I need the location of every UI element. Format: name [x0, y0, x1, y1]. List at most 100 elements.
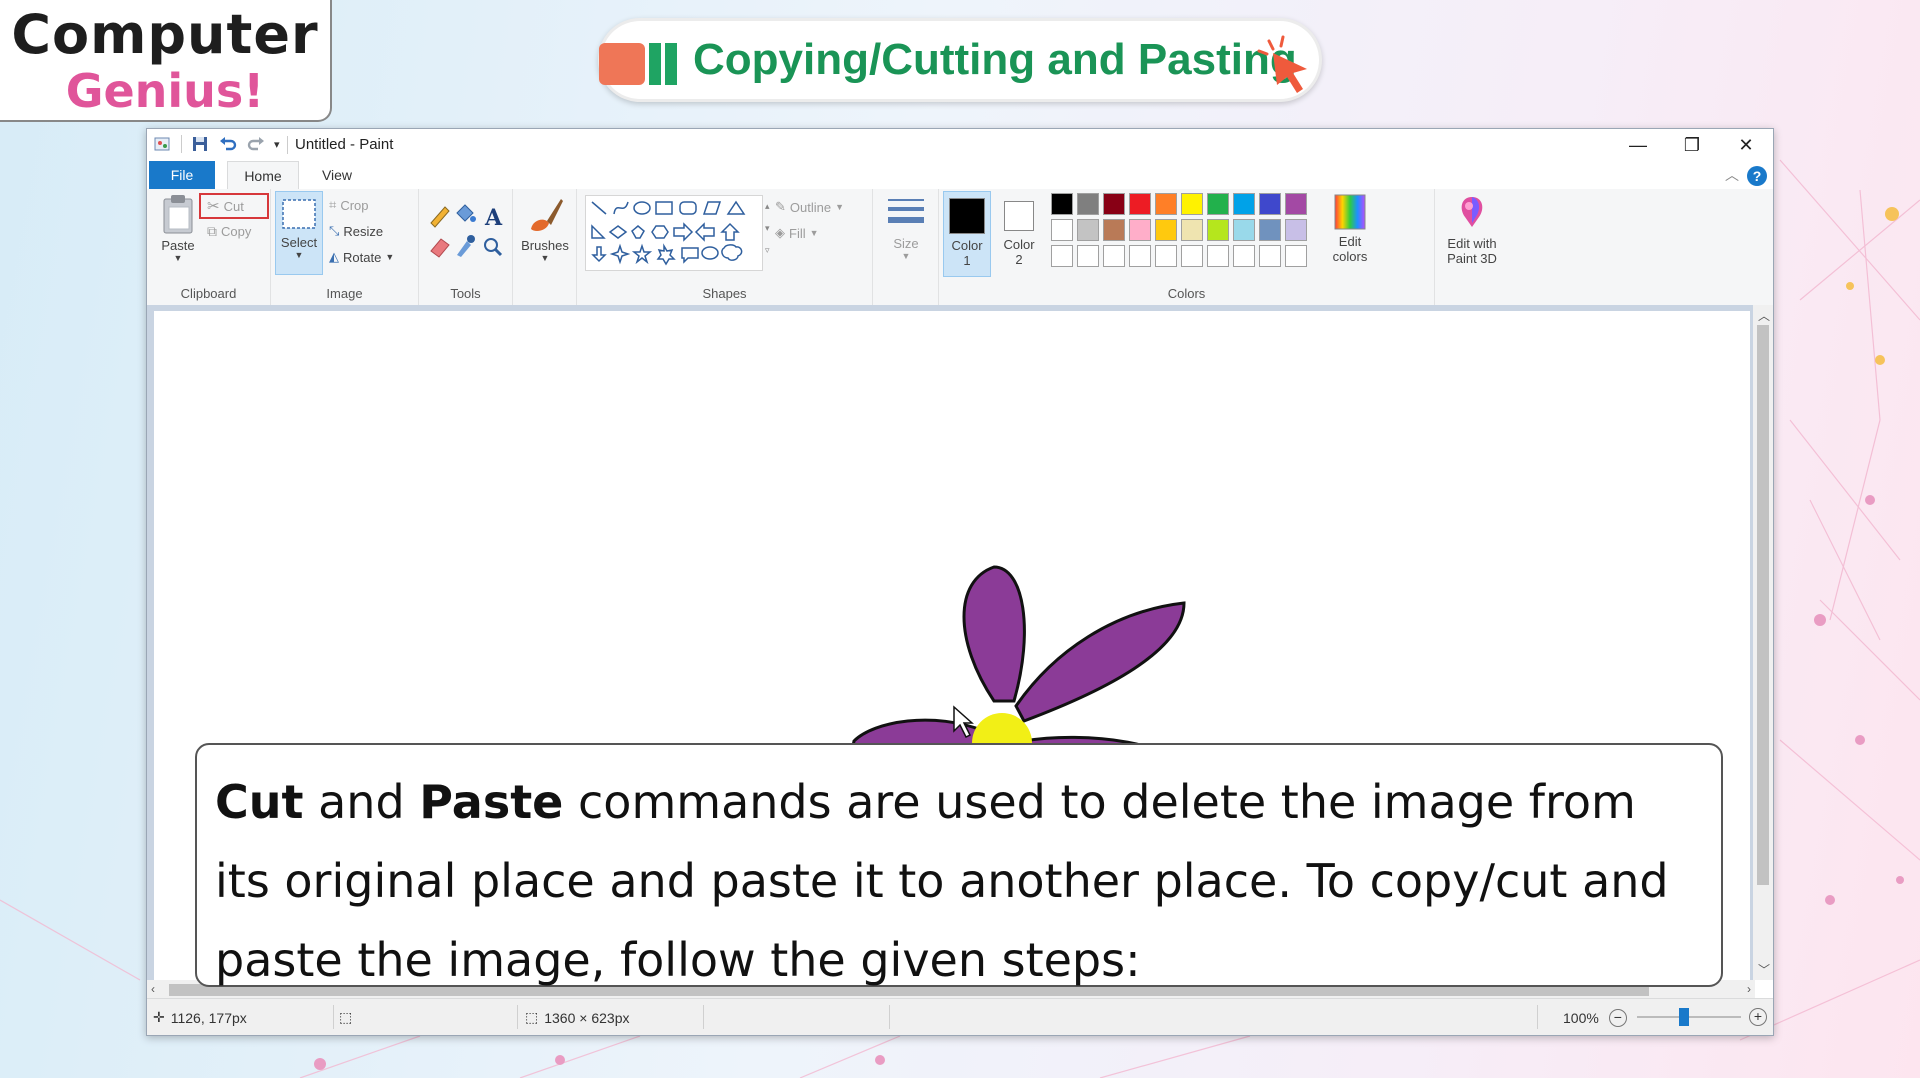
palette-custom-slot[interactable]	[1051, 245, 1073, 267]
palette-custom-slot[interactable]	[1077, 245, 1099, 267]
paste-button[interactable]: Paste ▼	[157, 193, 199, 263]
select-label: Select	[280, 235, 318, 250]
rotate-button[interactable]: ◭ Rotate ▼	[329, 249, 394, 265]
help-icon[interactable]: ?	[1747, 166, 1767, 186]
palette-custom-slot[interactable]	[1129, 245, 1151, 267]
copy-button[interactable]: ⧉ Copy	[207, 223, 251, 240]
palette-custom-slot[interactable]	[1259, 245, 1281, 267]
eraser-icon[interactable]	[430, 238, 450, 258]
scroll-up-icon[interactable]: ︿	[1758, 307, 1770, 324]
palette-color-swatch[interactable]	[1233, 193, 1255, 215]
crop-button[interactable]: ⌗ Crop	[329, 197, 369, 213]
vertical-scrollbar[interactable]: ︿ ﹀	[1753, 305, 1773, 980]
palette-color-swatch[interactable]	[1051, 193, 1073, 215]
palette-color-swatch[interactable]	[1259, 219, 1281, 241]
resize-label: Resize	[343, 223, 384, 239]
palette-custom-slot[interactable]	[1103, 245, 1125, 267]
color-1-button[interactable]: Color 1	[943, 191, 991, 277]
select-button[interactable]: Select ▼	[275, 191, 323, 275]
brushes-label: Brushes	[521, 238, 569, 253]
cut-button[interactable]: ✂ Cut	[207, 197, 244, 215]
title-separator	[287, 136, 288, 154]
vertical-scroll-thumb[interactable]	[1757, 325, 1769, 885]
edit-with-paint3d-button[interactable]: Edit with Paint 3D	[1439, 193, 1505, 266]
paste-icon	[163, 195, 193, 234]
palette-custom-slot[interactable]	[1155, 245, 1177, 267]
tab-file[interactable]: File	[149, 161, 215, 189]
redo-icon[interactable]	[246, 134, 266, 154]
palette-color-swatch[interactable]	[1207, 193, 1229, 215]
shapes-icons	[591, 200, 746, 266]
color-2-swatch	[1004, 201, 1034, 231]
palette-color-swatch[interactable]	[1207, 219, 1229, 241]
palette-color-swatch[interactable]	[1285, 193, 1307, 215]
zoom-slider-handle[interactable]	[1679, 1008, 1689, 1026]
status-separator	[333, 1005, 334, 1029]
palette-color-swatch[interactable]	[1155, 219, 1177, 241]
minimize-button[interactable]: —	[1611, 129, 1665, 161]
palette-color-swatch[interactable]	[1181, 193, 1203, 215]
palette-color-swatch[interactable]	[1103, 193, 1125, 215]
shapes-scroll-icons[interactable]: ▴ ▾ ▿	[765, 195, 770, 261]
palette-color-swatch[interactable]	[1051, 219, 1073, 241]
palette-color-swatch[interactable]	[1155, 193, 1177, 215]
palette-color-swatch[interactable]	[1129, 193, 1151, 215]
palette-color-swatch[interactable]	[1129, 219, 1151, 241]
scroll-left-icon[interactable]: ‹	[151, 982, 155, 996]
pencil-icon[interactable]	[430, 206, 450, 228]
lesson-title-banner: Copying/Cutting and Pasting	[598, 18, 1322, 102]
magnifier-icon[interactable]	[484, 238, 503, 257]
rotate-label: Rotate	[343, 249, 382, 265]
undo-icon[interactable]	[218, 134, 238, 154]
copy-label: Copy	[221, 224, 252, 239]
color-palette	[1051, 193, 1317, 273]
palette-color-swatch[interactable]	[1285, 219, 1307, 241]
color-picker-icon[interactable]	[457, 235, 475, 257]
shapes-gallery[interactable]	[585, 195, 763, 271]
resize-button[interactable]: ⤡ Resize	[329, 223, 383, 239]
customize-qa-chevron-icon[interactable]: ▾	[274, 138, 280, 151]
cursor-position: ✛ 1126, 177px	[153, 1009, 247, 1026]
palette-custom-slot[interactable]	[1181, 245, 1203, 267]
status-separator	[517, 1005, 518, 1029]
palette-custom-slot[interactable]	[1285, 245, 1307, 267]
edit-colors-button[interactable]: Edit colors	[1325, 193, 1375, 264]
color-2-button[interactable]: Color 2	[995, 191, 1043, 267]
tools-icons: A	[430, 204, 503, 258]
fill-dropdown-icon: ▼	[809, 228, 819, 238]
close-button[interactable]: ✕	[1719, 129, 1773, 161]
tab-view[interactable]: View	[307, 161, 367, 189]
palette-color-swatch[interactable]	[1181, 219, 1203, 241]
save-icon[interactable]	[190, 134, 210, 154]
text-tool-icon[interactable]: A	[484, 205, 503, 231]
svg-text:A: A	[484, 205, 503, 231]
title-bar: ▾ Untitled - Paint — ❐ ✕	[147, 129, 1773, 161]
zoom-in-icon[interactable]: +	[1749, 1008, 1767, 1026]
paste-dropdown-icon: ▼	[173, 253, 183, 263]
outline-button[interactable]: ✎ Outline ▼	[775, 199, 844, 215]
palette-custom-slot[interactable]	[1207, 245, 1229, 267]
palette-custom-slot[interactable]	[1233, 245, 1255, 267]
instruction-caption: Cut and Paste commands are used to delet…	[195, 743, 1723, 987]
scissors-icon: ✂	[207, 198, 220, 215]
select-icon	[282, 199, 316, 229]
edit-colors-icon	[1334, 194, 1366, 230]
size-button[interactable]: Size ▼	[879, 195, 933, 261]
color-1-label-line1: Color	[951, 238, 983, 253]
fill-bucket-icon[interactable]	[456, 204, 476, 222]
palette-color-swatch[interactable]	[1233, 219, 1255, 241]
scroll-down-icon[interactable]: ﹀	[1758, 961, 1770, 978]
palette-color-swatch[interactable]	[1259, 193, 1281, 215]
restore-button[interactable]: ❐	[1665, 129, 1719, 161]
zoom-out-icon[interactable]: −	[1608, 1009, 1627, 1027]
brushes-button[interactable]: Brushes ▼	[519, 193, 571, 263]
palette-color-swatch[interactable]	[1103, 219, 1125, 241]
palette-color-swatch[interactable]	[1077, 193, 1099, 215]
fill-button[interactable]: ◈ Fill ▼	[775, 225, 819, 241]
caption-bold-cut: Cut	[215, 775, 304, 829]
collapse-ribbon-chevron-icon[interactable]: ︿	[1725, 165, 1739, 185]
scroll-right-icon[interactable]: ›	[1747, 982, 1751, 996]
tab-home[interactable]: Home	[227, 161, 299, 190]
zoom-slider[interactable]	[1637, 1016, 1741, 1018]
palette-color-swatch[interactable]	[1077, 219, 1099, 241]
